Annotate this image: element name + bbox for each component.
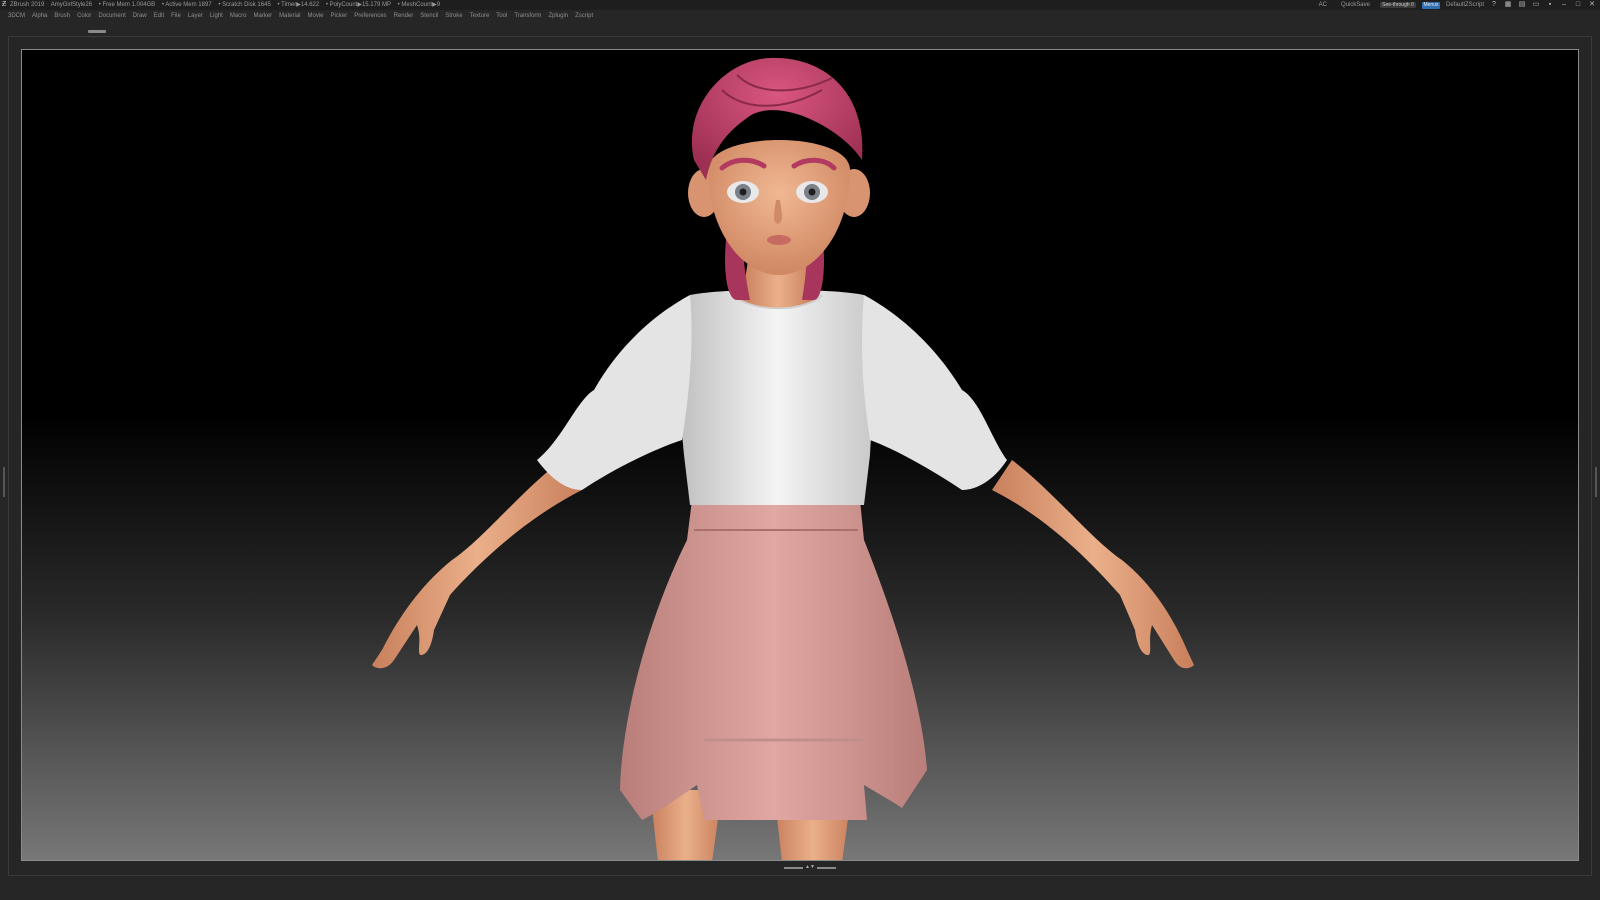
menu-item-stencil[interactable]: Stencil xyxy=(420,13,438,19)
skirt xyxy=(620,500,927,820)
menu-item-file[interactable]: File xyxy=(171,13,181,19)
menu-item-movie[interactable]: Movie xyxy=(308,13,324,19)
document-name: AmyGirlStyle26 xyxy=(50,2,93,8)
menu-item-alpha[interactable]: Alpha xyxy=(32,13,47,19)
stat-active-mem: • Active Mem 1897 xyxy=(161,2,212,8)
eye-right xyxy=(796,181,828,203)
stat-free-mem: • Free Mem 1.004GB xyxy=(98,2,156,8)
menu-item-zscript[interactable]: Zscript xyxy=(575,13,593,19)
menus-button[interactable]: Menus xyxy=(1421,1,1440,9)
canvas-viewport[interactable] xyxy=(21,49,1579,861)
menu-item-brush[interactable]: Brush xyxy=(54,13,70,19)
menu-item-zplugin[interactable]: Zplugin xyxy=(548,13,568,19)
menu-item-light[interactable]: Light xyxy=(210,13,223,19)
character-model xyxy=(372,57,1194,860)
default-zscript-button[interactable]: DefaultZScript xyxy=(1446,0,1484,10)
menu-item-edit[interactable]: Edit xyxy=(154,13,164,19)
menu-item-3dcm[interactable]: 3DCM xyxy=(8,13,25,19)
ac-button[interactable]: AC xyxy=(1319,0,1327,10)
stat-scratch-disk: • Scratch Disk 1645 xyxy=(218,2,271,8)
menu-item-preferences[interactable]: Preferences xyxy=(354,13,386,19)
layout-icon[interactable]: ▦ xyxy=(1504,1,1512,9)
title-controls: AC QuickSave See-through 0 Menus Default… xyxy=(1319,0,1596,10)
quicksave-button[interactable]: QuickSave xyxy=(1341,0,1370,10)
mouth xyxy=(767,235,791,245)
document-frame: ▲▼ xyxy=(3,36,1597,876)
left-tray-handle[interactable] xyxy=(3,467,5,497)
see-through-label: See-through 0 xyxy=(1382,2,1414,8)
title-bar: Ƶ ZBrush 2019 AmyGirlStyle26 • Free Mem … xyxy=(0,0,1600,10)
layout-alt-icon[interactable]: ▤ xyxy=(1518,1,1526,9)
stat-meshcount: • MeshCount▶9 xyxy=(397,2,441,8)
menu-item-render[interactable]: Render xyxy=(394,13,414,19)
menu-item-color[interactable]: Color xyxy=(77,13,91,19)
menu-item-stroke[interactable]: Stroke xyxy=(445,13,462,19)
dock-icon[interactable]: ▭ xyxy=(1532,1,1540,9)
main-menu-bar: 3DCM Alpha Brush Color Document Draw Edit File L… xyxy=(0,10,1600,22)
eye-left xyxy=(727,181,759,203)
lock-icon[interactable]: ▪ xyxy=(1546,1,1554,9)
see-through-slider[interactable]: See-through 0 xyxy=(1379,2,1416,8)
menu-item-texture[interactable]: Texture xyxy=(470,13,490,19)
menu-item-draw[interactable]: Draw xyxy=(133,13,147,19)
stat-polycount: • PolyCount▶15.179 MP xyxy=(325,2,391,8)
stat-timer: • Timer▶14.622 xyxy=(277,2,320,8)
minimize-icon[interactable]: – xyxy=(1560,1,1568,9)
title-info: ZBrush 2019 AmyGirlStyle26 • Free Mem 1.… xyxy=(10,0,445,10)
shirt xyxy=(537,289,1007,505)
menu-item-picker[interactable]: Picker xyxy=(331,13,348,19)
menu-item-layer[interactable]: Layer xyxy=(188,13,203,19)
menu-item-document[interactable]: Document xyxy=(98,13,125,19)
bottom-tray-handle[interactable]: ▲▼ xyxy=(784,864,836,870)
expand-arrows-icon: ▲▼ xyxy=(805,864,815,870)
app-name: ZBrush 2019 xyxy=(10,2,45,8)
right-tray-handle[interactable] xyxy=(1595,467,1597,497)
close-icon[interactable]: ✕ xyxy=(1588,1,1596,9)
help-icon[interactable]: ? xyxy=(1490,1,1498,9)
menu-item-material[interactable]: Material xyxy=(279,13,300,19)
menu-item-macro[interactable]: Macro xyxy=(230,13,247,19)
menu-item-marker[interactable]: Marker xyxy=(254,13,273,19)
tray-handle[interactable] xyxy=(88,30,106,33)
menu-items: 3DCM Alpha Brush Color Document Draw Edit File L… xyxy=(8,10,600,22)
zbrush-logo-icon: Ƶ xyxy=(2,1,7,8)
menu-item-transform[interactable]: Transform xyxy=(514,13,541,19)
menu-item-tool[interactable]: Tool xyxy=(496,13,507,19)
maximize-icon[interactable]: □ xyxy=(1574,1,1582,9)
